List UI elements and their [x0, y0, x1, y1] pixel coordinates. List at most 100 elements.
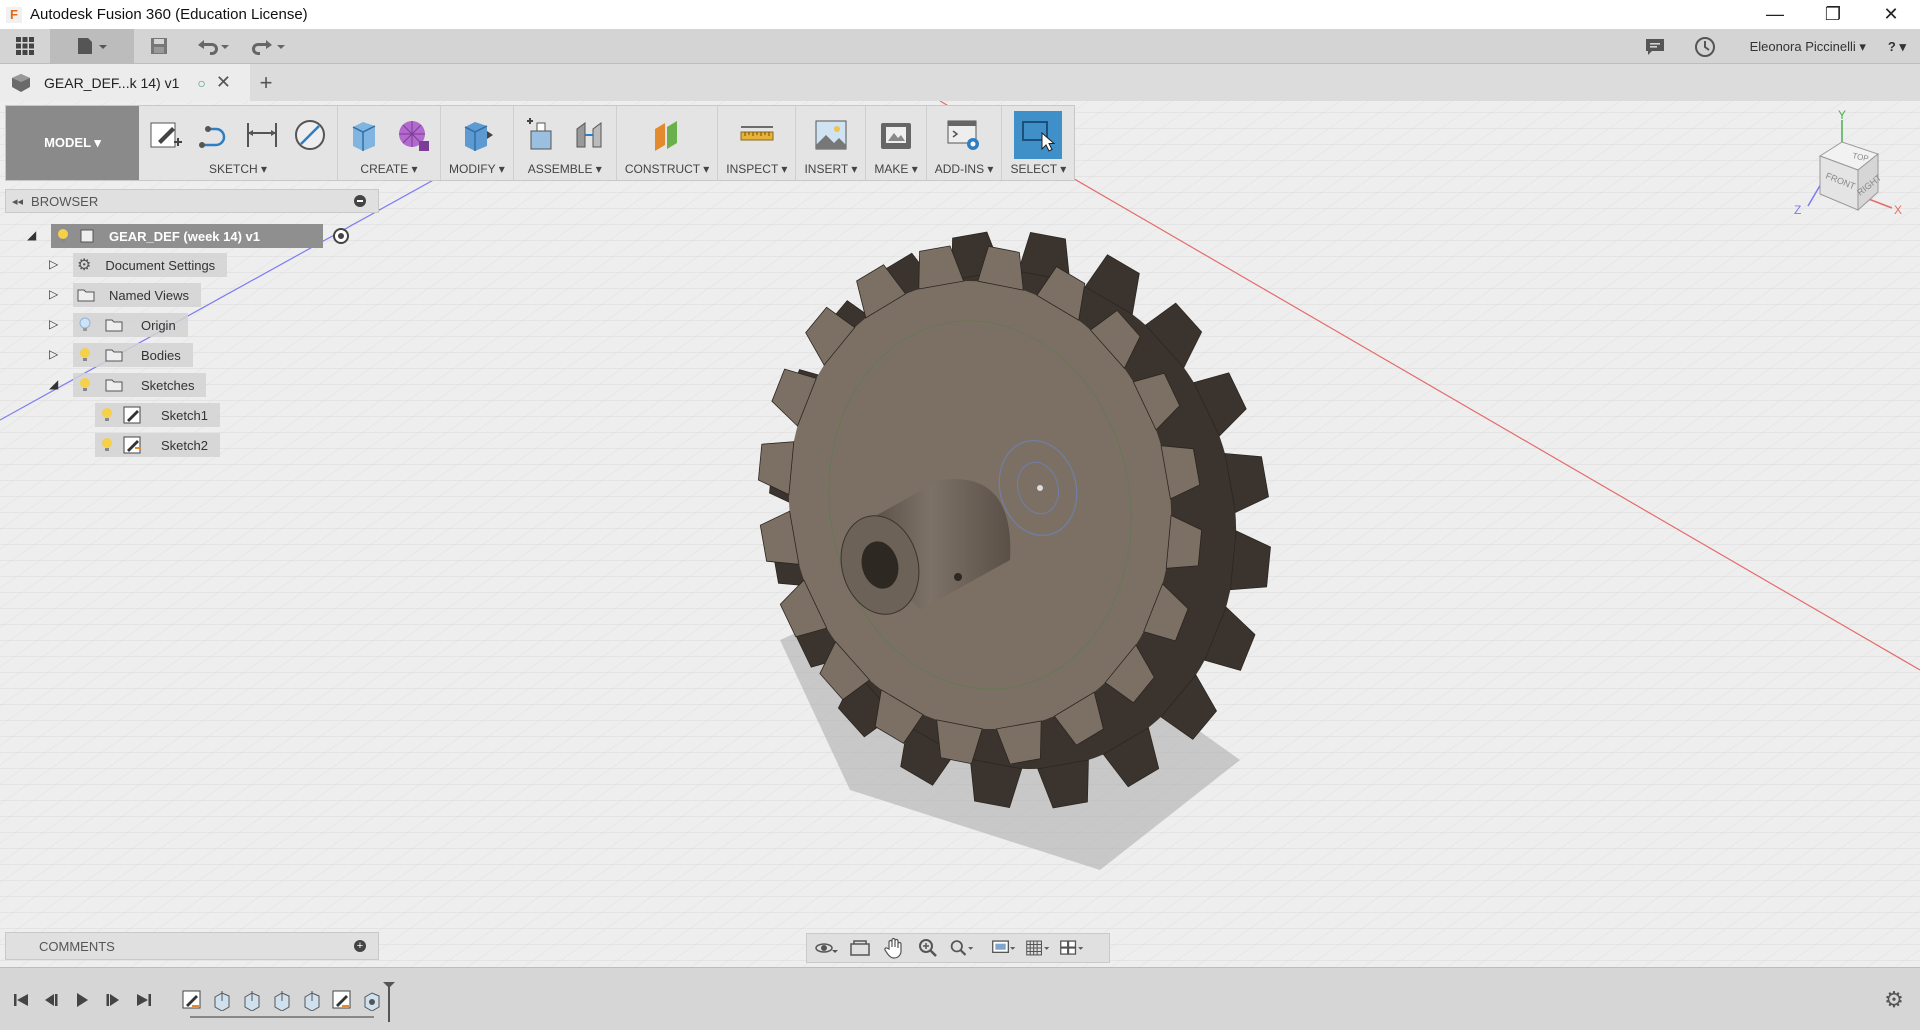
visibility-bulb-icon[interactable] — [57, 228, 69, 244]
stop-sketch-icon[interactable] — [291, 116, 329, 154]
viewcube[interactable]: TOP FRONT RIGHT Y Z X — [1780, 108, 1910, 233]
viewports-icon[interactable] — [1059, 936, 1085, 960]
sketch-dimension-icon[interactable] — [243, 116, 281, 154]
modify-group-label[interactable]: MODIFY ▾ — [449, 162, 505, 176]
measure-icon[interactable] — [738, 116, 776, 154]
timeline-extrude-feature-icon[interactable] — [240, 988, 264, 1012]
folder-icon — [105, 378, 123, 392]
step-forward-icon[interactable] — [102, 988, 124, 1012]
browser-header: ◂◂ BROWSER — [5, 189, 379, 213]
step-back-icon[interactable] — [40, 988, 62, 1012]
3d-print-icon[interactable] — [877, 116, 915, 154]
collapse-browser-icon[interactable]: ◂◂ — [12, 195, 23, 208]
tree-root-node[interactable]: GEAR_DEF (week 14) v1 — [51, 224, 349, 248]
expand-bodies-icon[interactable]: ▷ — [49, 347, 58, 361]
close-window-button[interactable]: ✕ — [1862, 0, 1920, 29]
document-tab[interactable]: GEAR_DEF...k 14) v1 ○ ✕ — [0, 64, 250, 101]
expand-document-settings-icon[interactable]: ▷ — [49, 257, 58, 271]
insert-group-label[interactable]: INSERT ▾ — [804, 162, 857, 176]
grid-snaps-icon[interactable] — [1025, 936, 1051, 960]
select-tool-icon[interactable] — [1014, 111, 1063, 159]
sketch-line-icon[interactable] — [195, 116, 233, 154]
go-to-start-icon[interactable] — [10, 988, 32, 1012]
save-icon[interactable] — [134, 29, 184, 64]
tree-item-origin[interactable]: Origin — [73, 313, 188, 337]
collapse-sketches-icon[interactable]: ◢ — [49, 377, 58, 391]
notifications-icon[interactable] — [1630, 29, 1680, 64]
tree-item-bodies[interactable]: Bodies — [73, 343, 193, 367]
assemble-group: ASSEMBLE ▾ — [514, 106, 617, 180]
timeline-sketch-feature-icon[interactable] — [330, 988, 354, 1012]
visibility-bulb-icon[interactable] — [79, 377, 91, 393]
display-settings-icon[interactable] — [991, 936, 1017, 960]
gear-icon: ⚙ — [77, 257, 92, 274]
minimize-button[interactable]: — — [1746, 0, 1804, 29]
offset-plane-icon[interactable] — [648, 116, 686, 154]
expand-origin-icon[interactable]: ▷ — [49, 317, 58, 331]
extrude-icon[interactable] — [346, 116, 384, 154]
timeline-extrude-feature-icon[interactable] — [210, 988, 234, 1012]
timeline-extrude-feature-icon[interactable] — [300, 988, 324, 1012]
sketch-icon — [123, 406, 143, 424]
tree-item-label: Bodies — [141, 347, 181, 363]
visibility-bulb-icon[interactable] — [101, 407, 113, 423]
browser-minimize-icon[interactable] — [354, 195, 366, 207]
tree-item-document-settings[interactable]: ⚙ Document Settings — [73, 253, 228, 277]
timeline-hole-feature-icon[interactable] — [360, 988, 384, 1012]
job-status-clock-icon[interactable] — [1680, 29, 1730, 64]
redo-icon[interactable] — [240, 29, 296, 64]
insert-image-icon[interactable] — [812, 116, 850, 154]
visibility-bulb-icon[interactable] — [79, 347, 91, 363]
z-axis-label: Z — [1794, 203, 1801, 217]
tree-item-sketch2[interactable]: Sketch2 — [95, 433, 220, 457]
tree-item-sketches[interactable]: Sketches — [73, 373, 207, 397]
x-axis-label: X — [1894, 203, 1902, 217]
construct-group-label[interactable]: CONSTRUCT ▾ — [625, 162, 709, 176]
zoom-icon[interactable] — [915, 936, 941, 960]
select-group-label[interactable]: SELECT ▾ — [1010, 162, 1066, 176]
activate-radio-icon[interactable] — [333, 228, 349, 244]
restore-button[interactable]: ❐ — [1804, 0, 1862, 29]
file-menu-icon[interactable] — [50, 28, 134, 64]
timeline-extrude-feature-icon[interactable] — [270, 988, 294, 1012]
fit-zoom-window-icon[interactable] — [949, 936, 975, 960]
make-group-label[interactable]: MAKE ▾ — [874, 162, 917, 176]
pan-hand-icon[interactable] — [881, 936, 907, 960]
workspace-switcher[interactable]: MODEL ▾ — [6, 106, 139, 180]
sketch-group-label[interactable]: SKETCH ▾ — [209, 162, 267, 176]
tree-item-label: Origin — [141, 317, 176, 333]
collapse-root-icon[interactable]: ◢ — [27, 228, 36, 242]
create-form-icon[interactable] — [394, 116, 432, 154]
timeline-marker[interactable] — [383, 982, 395, 1022]
inspect-group-label[interactable]: INSPECT ▾ — [726, 162, 787, 176]
create-group-label[interactable]: CREATE ▾ — [360, 162, 417, 176]
data-panel-grid-icon[interactable] — [0, 29, 50, 64]
close-tab-icon[interactable]: ✕ — [216, 72, 231, 93]
play-icon[interactable] — [71, 988, 93, 1012]
orbit-icon[interactable] — [813, 936, 839, 960]
tree-item-label: Sketch1 — [161, 407, 208, 423]
press-pull-icon[interactable] — [458, 116, 496, 154]
assemble-group-label[interactable]: ASSEMBLE ▾ — [528, 162, 602, 176]
create-sketch-icon[interactable] — [147, 116, 185, 154]
hidden-bulb-icon[interactable] — [79, 317, 91, 333]
help-menu[interactable]: ? ▾ — [1888, 39, 1906, 55]
go-to-end-icon[interactable] — [133, 988, 155, 1012]
expand-named-views-icon[interactable]: ▷ — [49, 287, 58, 301]
visibility-bulb-icon[interactable] — [101, 437, 113, 453]
new-component-icon[interactable] — [522, 116, 560, 154]
look-at-icon[interactable] — [847, 936, 873, 960]
timeline-settings-gear-icon[interactable]: ⚙ — [1880, 986, 1908, 1014]
fusion-app: F Autodesk Fusion 360 (Education License… — [0, 0, 1920, 1030]
tree-item-named-views[interactable]: Named Views — [73, 283, 201, 307]
joint-icon[interactable] — [570, 116, 608, 154]
add-comment-icon[interactable]: + — [354, 940, 366, 952]
scripts-addins-icon[interactable] — [945, 116, 983, 154]
modify-group: MODIFY ▾ — [441, 106, 514, 180]
timeline-sketch-feature-icon[interactable] — [180, 988, 204, 1012]
undo-icon[interactable] — [184, 29, 240, 64]
addins-group-label[interactable]: ADD-INS ▾ — [935, 162, 994, 176]
tree-item-sketch1[interactable]: Sketch1 — [95, 403, 220, 427]
user-account-menu[interactable]: Eleonora Piccinelli ▾ — [1750, 39, 1866, 55]
new-tab-button[interactable]: + — [253, 64, 279, 101]
